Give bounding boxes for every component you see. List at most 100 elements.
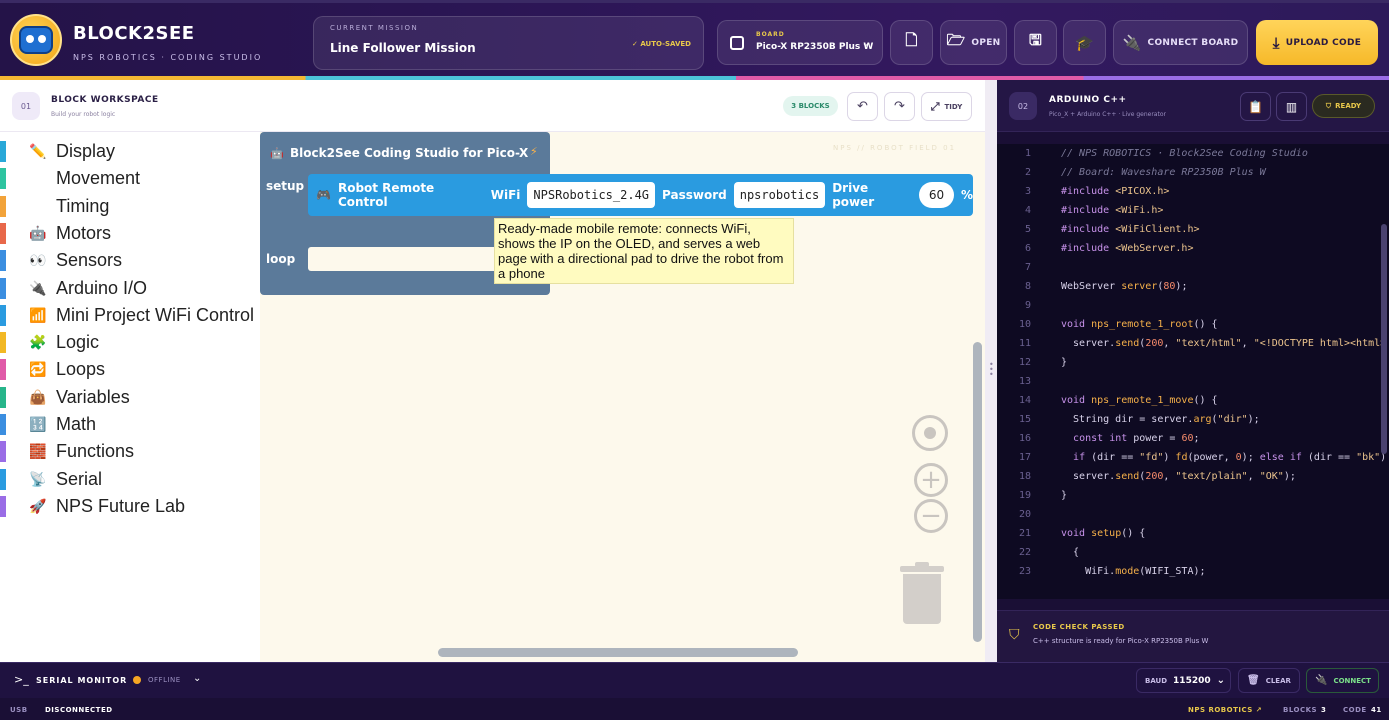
category-label: Functions: [56, 441, 135, 462]
block-canvas[interactable]: NPS // ROBOT FIELD 01 🤖 Block2See Coding…: [260, 132, 985, 662]
baud-label: BAUD: [1145, 676, 1168, 685]
toolbox-category-movement[interactable]: ⚙ Movement: [0, 165, 260, 192]
brand-title: BLOCK2SEE: [73, 23, 195, 44]
code-line: 5 #include <WiFiClient.h>: [1024, 224, 1200, 235]
toolbox-category-timing[interactable]: ⏱ Timing: [0, 193, 260, 220]
plug-icon: 🔌: [1315, 675, 1328, 686]
toggle-panel-button[interactable]: ▥: [1276, 92, 1307, 121]
toolbox-category-loops[interactable]: 🔁 Loops: [0, 356, 260, 383]
workspace-title: BLOCK WORKSPACE: [51, 95, 159, 105]
toolbox-category-serial[interactable]: 📡 Serial: [0, 466, 260, 493]
clear-label: CLEAR: [1265, 676, 1291, 685]
password-field[interactable]: npsrobotics: [733, 182, 826, 208]
toolbox-category-arduino-i-o[interactable]: 🔌 Arduino I/O: [0, 275, 260, 302]
toolbox-category-variables[interactable]: 👜 Variables: [0, 384, 260, 411]
serial-status: OFFLINE: [148, 676, 181, 684]
toolbox-category-logic[interactable]: 🧩 Logic: [0, 329, 260, 356]
serial-connect-label: CONNECT: [1333, 676, 1371, 685]
percent-label: %: [960, 188, 973, 202]
mission-card[interactable]: CURRENT MISSION Line Follower Mission ✓ …: [313, 16, 704, 70]
wifi-ssid-field[interactable]: NPSRobotics_2.4G: [527, 182, 656, 208]
connect-board-label: CONNECT BOARD: [1147, 37, 1239, 48]
serial-monitor-bar[interactable]: >_ SERIAL MONITOR OFFLINE ⌄ BAUD 115200 ⌄ …: [0, 662, 1389, 698]
zoom-out-button[interactable]: −: [914, 499, 948, 533]
learn-button[interactable]: 🎓: [1063, 20, 1106, 65]
code-line: 11 server.send(200, "text/html", "<!DOCT…: [1018, 338, 1387, 349]
robot-logo-icon: [19, 26, 53, 54]
category-label: Mini Project WiFi Control: [56, 304, 255, 325]
trash-icon: 🗑: [1247, 675, 1260, 686]
code-line: 12}: [1018, 357, 1068, 368]
shield-check-icon: ⛉: [1325, 101, 1332, 110]
block-tooltip: Ready-made mobile remote: connects WiFi,…: [494, 218, 794, 284]
remote-title: Robot Remote Control: [337, 181, 435, 209]
vertical-scrollbar[interactable]: [973, 342, 982, 642]
baud-value: 115200: [1173, 675, 1211, 686]
new-file-button[interactable]: 🗋: [890, 20, 933, 65]
blocks-count-badge: 3 BLOCKS: [783, 96, 838, 116]
code-line: 7: [1024, 262, 1031, 273]
ready-label: READY: [1335, 102, 1362, 110]
code-count: 41: [1371, 706, 1382, 714]
copy-code-button[interactable]: 📋: [1240, 92, 1271, 121]
shield-check-icon: ⛉: [1009, 627, 1020, 643]
save-icon: 🖫: [1028, 31, 1043, 49]
upload-code-button[interactable]: ⤓ UPLOAD CODE: [1256, 20, 1378, 65]
save-button[interactable]: 🖫: [1014, 20, 1057, 65]
board-label: BOARD: [756, 31, 785, 38]
category-color-bar: [0, 304, 6, 326]
category-icon: 🔌: [29, 280, 47, 297]
serial-connect-button[interactable]: 🔌 CONNECT: [1306, 668, 1379, 693]
baud-select[interactable]: BAUD 115200 ⌄: [1136, 668, 1231, 693]
toolbox: ✏️ Display ⚙ Movement ⏱ Timing 🤖 Motors 👀 Sensors…: [0, 132, 260, 662]
code-line: 20: [1018, 509, 1031, 520]
nps-robotics-link[interactable]: NPS ROBOTICS ↗: [1188, 706, 1262, 714]
category-color-bar: [0, 414, 6, 435]
toolbox-category-display[interactable]: ✏️ Display: [0, 138, 260, 165]
drive-power-field[interactable]: 60: [918, 182, 954, 208]
usb-label: USB: [10, 706, 28, 714]
code-editor[interactable]: 1// NPS ROBOTICS · Block2See Coding Stud…: [997, 144, 1389, 599]
robot-remote-block[interactable]: 🎮 Robot Remote Control WiFi NPSRobotics_…: [308, 174, 973, 216]
connect-board-button[interactable]: 🔌 CONNECT BOARD: [1113, 20, 1248, 65]
header-top-line: [0, 0, 1389, 3]
canvas-watermark: NPS // ROBOT FIELD 01: [833, 144, 957, 152]
zoom-in-button[interactable]: +: [914, 463, 948, 497]
horizontal-scrollbar[interactable]: [438, 648, 798, 657]
recenter-button[interactable]: [912, 415, 948, 451]
code-vertical-scrollbar[interactable]: [1381, 224, 1387, 454]
board-value: Pico-X RP2350B Plus W: [756, 42, 874, 52]
trash-can[interactable]: [900, 562, 944, 624]
chevron-down-icon[interactable]: ⌄: [193, 673, 201, 684]
chevron-down-icon: ⌄: [1216, 675, 1226, 686]
toolbox-category-functions[interactable]: 🧱 Functions: [0, 438, 260, 465]
panel-splitter[interactable]: • • •: [985, 80, 997, 662]
trash-lid: [900, 566, 944, 572]
toolbox-category-mini-project-wifi-control[interactable]: 📶 Mini Project WiFi Control: [0, 302, 260, 329]
toolbox-category-nps-future-lab[interactable]: 🚀 NPS Future Lab: [0, 493, 260, 520]
category-label: Math: [56, 414, 97, 434]
toolbox-category-motors[interactable]: 🤖 Motors: [0, 220, 260, 247]
toolbox-category-sensors[interactable]: 👀 Sensors: [0, 247, 260, 274]
graduation-cap-icon: 🎓: [1075, 33, 1094, 52]
code-line: 17 if (dir == "fd") fd(power, 0); else i…: [1018, 452, 1387, 463]
code-line: 15 String dir = server.arg("dir");: [1018, 414, 1260, 425]
tidy-button[interactable]: ⤢ TIDY: [921, 92, 972, 121]
redo-button[interactable]: ↷: [884, 92, 915, 121]
code-number: 02: [1009, 92, 1037, 120]
open-button[interactable]: 🗁 OPEN: [940, 20, 1007, 65]
code-line: 16 const int power = 60;: [1018, 433, 1200, 444]
clear-button[interactable]: 🗑 CLEAR: [1238, 668, 1300, 693]
toolbox-category-math[interactable]: 🔢 Math: [0, 411, 260, 438]
bolt-icon: ⚡: [530, 145, 538, 158]
category-color-bar: [0, 168, 6, 190]
board-select[interactable]: BOARD Pico-X RP2350B Plus W ⌄: [717, 20, 883, 65]
category-icon: 👀: [29, 253, 47, 270]
category-color-bar: [0, 359, 6, 381]
category-color-bar: [0, 332, 6, 354]
undo-button[interactable]: ↶: [847, 92, 878, 121]
code-line: 14 void nps_remote_1_move() {: [1018, 395, 1218, 406]
mission-title[interactable]: Line Follower Mission: [330, 41, 476, 55]
mission-label: CURRENT MISSION: [330, 24, 419, 32]
code-line: 18 server.send(200, "text/plain", "OK");: [1018, 471, 1296, 482]
